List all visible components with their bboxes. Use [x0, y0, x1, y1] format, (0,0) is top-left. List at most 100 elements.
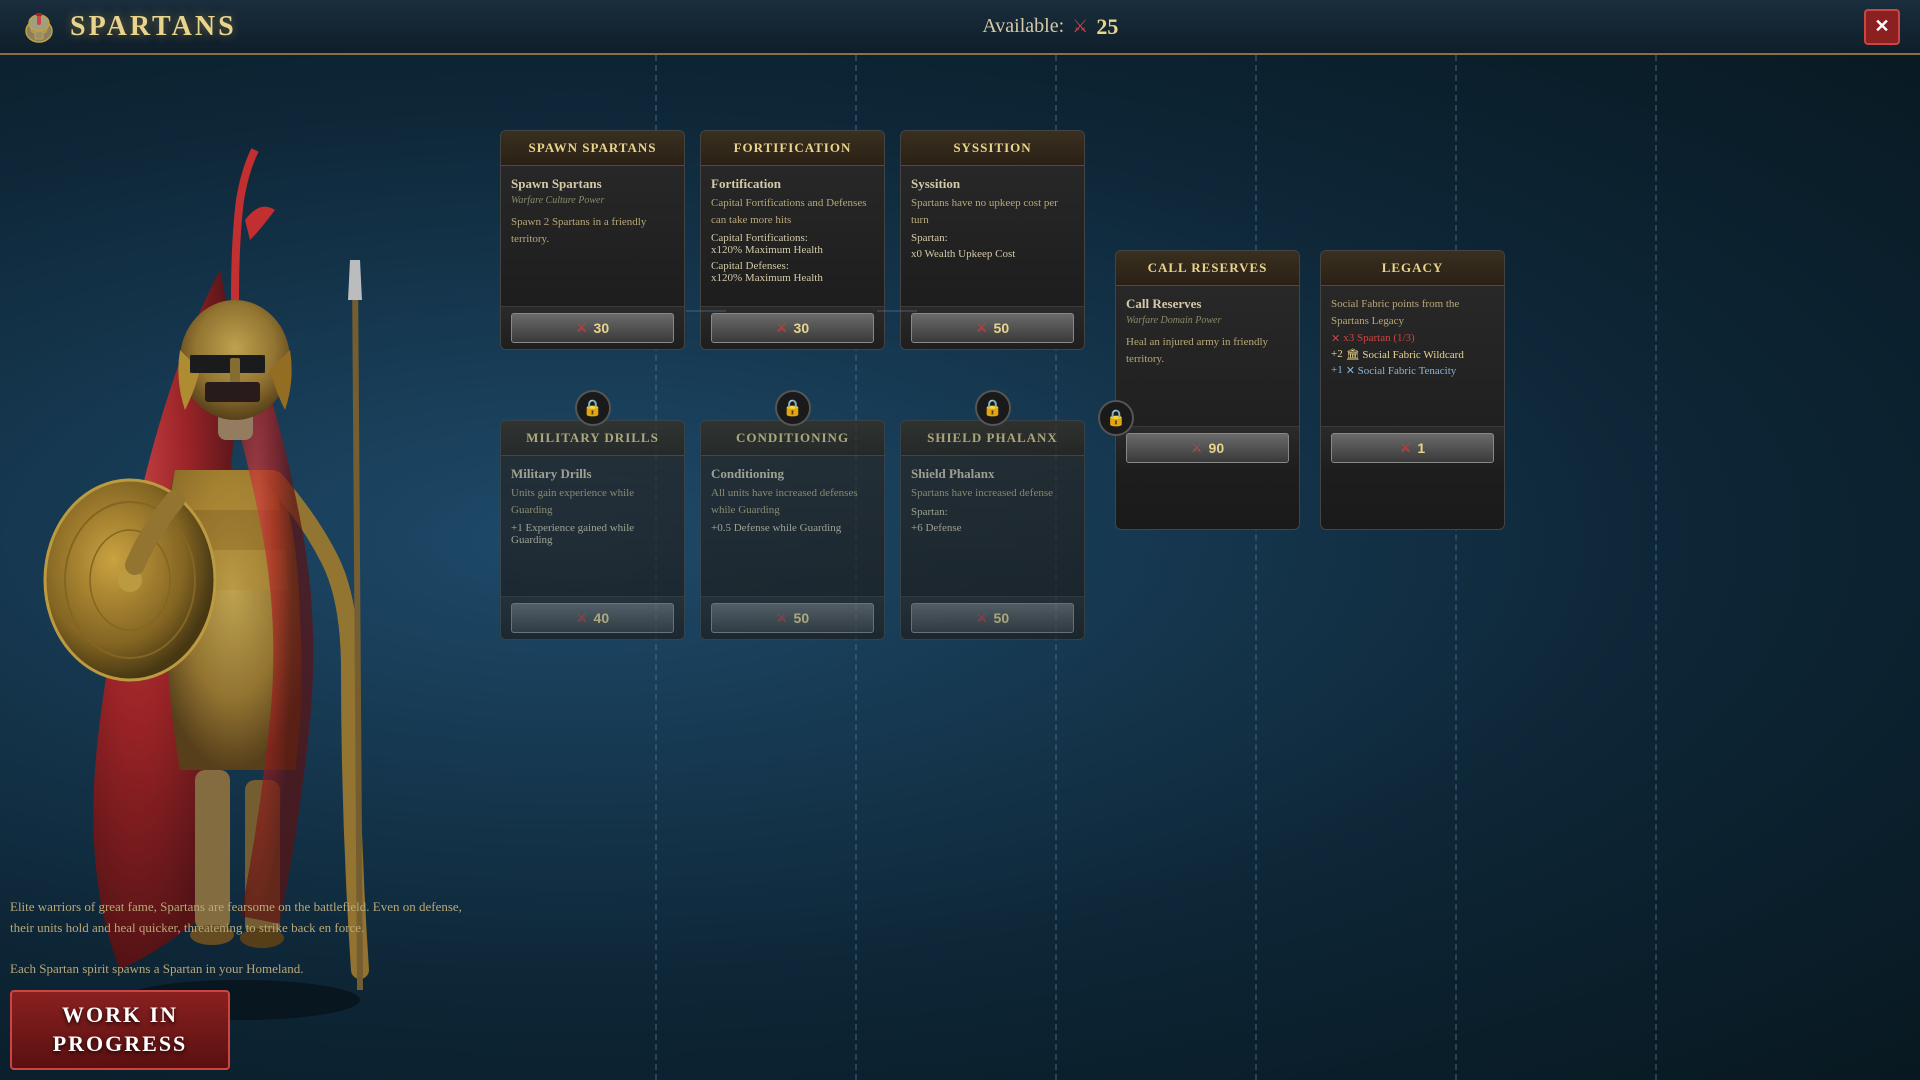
- bonus-icon: +2: [1331, 348, 1343, 360]
- card-title: Military Drills: [526, 430, 659, 445]
- card-footer: ⚔ 50: [901, 596, 1084, 639]
- connector-line-2: [877, 310, 917, 312]
- cost-button-military-drills[interactable]: ⚔ 40: [511, 603, 674, 633]
- close-button[interactable]: ✕: [1864, 9, 1900, 45]
- sword-icon: ⚔: [1400, 440, 1412, 456]
- card-name: Call Reserves: [1126, 296, 1289, 312]
- sword-icon: ⚔: [576, 320, 588, 336]
- cost-button-conditioning[interactable]: ⚔ 50: [711, 603, 874, 633]
- header-center: Available: ⚔ 25: [982, 14, 1118, 40]
- card-footer: ⚔ 1: [1321, 426, 1504, 469]
- card-title: Call Reserves: [1148, 260, 1268, 275]
- card-stat-2: +6 Defense: [911, 522, 1074, 534]
- call-reserves-card-wrapper: Call Reserves Call Reserves Warfare Doma…: [1115, 250, 1300, 530]
- card-header: Shield Phalanx: [901, 421, 1084, 456]
- card-title: Legacy: [1382, 260, 1444, 275]
- card-name: Shield Phalanx: [911, 466, 1074, 482]
- fortification-card: Fortification Fortification Capital Fort…: [700, 130, 885, 350]
- card-header: Call Reserves: [1116, 251, 1299, 286]
- cost-button-fortification[interactable]: ⚔ 30: [711, 313, 874, 343]
- conditioning-card-wrapper: 🔒 Conditioning Conditioning All units ha…: [700, 420, 885, 640]
- card-title: Fortification: [734, 140, 852, 155]
- connector-line: [686, 310, 726, 312]
- card-desc: Spawn 2 Spartans in a friendly territory…: [511, 214, 674, 247]
- card-name: Military Drills: [511, 466, 674, 482]
- lock-icon: 🔒: [975, 390, 1011, 426]
- card-name: Spawn Spartans: [511, 176, 674, 192]
- card-name: Conditioning: [711, 466, 874, 482]
- card-desc: Heal an injured army in friendly territo…: [1126, 334, 1289, 367]
- close-icon: ✕: [1874, 16, 1889, 37]
- cost-value: 30: [594, 320, 610, 336]
- card-name: Fortification: [711, 176, 874, 192]
- sword-icon: ⚔: [976, 320, 988, 336]
- card-body: Shield Phalanx Spartans have increased d…: [901, 456, 1084, 596]
- card-header: Military Drills: [501, 421, 684, 456]
- military-drills-card-wrapper: 🔒 Military Drills Military Drills Units …: [500, 420, 685, 640]
- skill-card-conditioning: Conditioning Conditioning All units have…: [700, 420, 885, 640]
- cards-area: Spawn Spartans Spawn Spartans Warfare Cu…: [500, 130, 1900, 1000]
- wip-button[interactable]: WORK INPROGRESS: [10, 990, 230, 1070]
- header-left: Spartans: [20, 8, 237, 46]
- sword-icon: ⚔: [576, 610, 588, 626]
- card-footer: ⚔ 30: [701, 306, 884, 349]
- card-header: Spawn Spartans: [501, 131, 684, 166]
- skill-card-fortification: Fortification Fortification Capital Fort…: [700, 130, 885, 350]
- card-desc: All units have increased defenses while …: [711, 485, 874, 518]
- card-header: Syssition: [901, 131, 1084, 166]
- description-text-2: Each Spartan spirit spawns a Spartan in …: [10, 961, 304, 976]
- card-subtitle: Warfare Culture Power: [511, 195, 674, 206]
- card-desc: Spartans have no upkeep cost per turn: [911, 195, 1074, 228]
- card-desc: Capital Fortifications and Defenses can …: [711, 195, 874, 228]
- sword-icon: ⚔: [1072, 16, 1088, 37]
- card-body: Spawn Spartans Warfare Culture Power Spa…: [501, 166, 684, 306]
- cost-button-shield-phalanx[interactable]: ⚔ 50: [911, 603, 1074, 633]
- card-body: Social Fabric points from the Spartans L…: [1321, 286, 1504, 426]
- lock-icon: 🔒: [775, 390, 811, 426]
- card-footer: ⚔ 50: [701, 596, 884, 639]
- cost-button-call-reserves[interactable]: ⚔ 90: [1126, 433, 1289, 463]
- card-stat-2: Capital Defenses:x120% Maximum Health: [711, 260, 874, 284]
- skill-card-military-drills: Military Drills Military Drills Units ga…: [500, 420, 685, 640]
- card-title: Syssition: [953, 140, 1031, 155]
- legacy-card-wrapper: Legacy Social Fabric points from the Spa…: [1320, 250, 1505, 530]
- wip-label: WORK INPROGRESS: [53, 1001, 188, 1058]
- available-count: 25: [1096, 14, 1118, 40]
- card-stat: +0.5 Defense while Guarding: [711, 522, 874, 534]
- description-text: Elite warriors of great fame, Spartans a…: [10, 899, 462, 935]
- card-stat: +1 Experience gained while Guarding: [511, 522, 674, 546]
- sword-icon: ⚔: [776, 610, 788, 626]
- bonus-text: ✕ Social Fabric Tenacity: [1346, 364, 1457, 377]
- sword-icon: ⚔: [776, 320, 788, 336]
- card-desc: Spartans have increased defense: [911, 485, 1074, 502]
- shield-phalanx-card-wrapper: 🔒 Shield Phalanx Shield Phalanx Spartans…: [900, 420, 1085, 640]
- card-footer: ⚔ 90: [1116, 426, 1299, 469]
- card-desc: Units gain experience while Guarding: [511, 485, 674, 518]
- card-title: Spawn Spartans: [528, 140, 656, 155]
- bonus-3: +1 ✕ Social Fabric Tenacity: [1331, 364, 1494, 377]
- card-header: Conditioning: [701, 421, 884, 456]
- skill-card-call-reserves: Call Reserves Call Reserves Warfare Doma…: [1115, 250, 1300, 530]
- cost-button-spawn-spartans[interactable]: ⚔ 30: [511, 313, 674, 343]
- cost-button-syssition[interactable]: ⚔ 50: [911, 313, 1074, 343]
- card-body: Call Reserves Warfare Domain Power Heal …: [1116, 286, 1299, 426]
- cost-value: 50: [994, 320, 1010, 336]
- card-footer: ⚔ 30: [501, 306, 684, 349]
- cost-value: 50: [994, 610, 1010, 626]
- bonus-icon: ✕: [1331, 332, 1340, 345]
- header: Spartans Available: ⚔ 25 ✕: [0, 0, 1920, 55]
- card-body: Fortification Capital Fortifications and…: [701, 166, 884, 306]
- card-stat-2: x0 Wealth Upkeep Cost: [911, 248, 1074, 260]
- cost-value: 40: [594, 610, 610, 626]
- card-footer: ⚔ 40: [501, 596, 684, 639]
- warrior-description: Elite warriors of great fame, Spartans a…: [10, 897, 470, 980]
- card-desc: Social Fabric points from the Spartans L…: [1331, 296, 1494, 329]
- cost-button-legacy[interactable]: ⚔ 1: [1331, 433, 1494, 463]
- card-stat-1: Capital Fortifications:x120% Maximum Hea…: [711, 232, 874, 256]
- spawn-spartans-card: Spawn Spartans Spawn Spartans Warfare Cu…: [500, 130, 685, 350]
- warrior-figure: [20, 120, 460, 1020]
- bonus-2: +2 🏛 Social Fabric Wildcard: [1331, 348, 1494, 361]
- syssition-card: Syssition Syssition Spartans have no upk…: [900, 130, 1085, 350]
- bonus-icon: +1: [1331, 364, 1343, 376]
- card-subtitle: Warfare Domain Power: [1126, 315, 1289, 326]
